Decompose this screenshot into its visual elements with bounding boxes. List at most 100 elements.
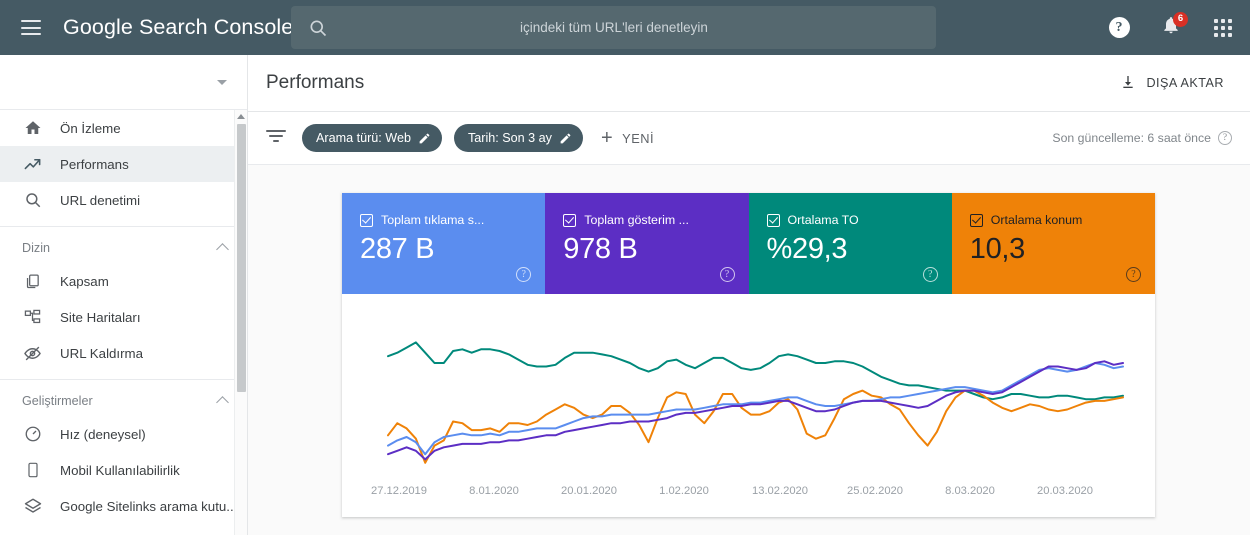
filter-chip-label: Arama türü: Web (316, 131, 411, 145)
sidebar-item-performance[interactable]: Performans (0, 146, 247, 182)
help-circle-icon[interactable]: ? (922, 267, 938, 282)
chart-x-tick-label: 13.02.2020 (752, 485, 808, 497)
hamburger-menu-icon[interactable] (21, 20, 41, 35)
page-title: Performans (266, 72, 365, 93)
sidebar: Ön İzleme Performans URL denetimi Dizin (0, 55, 248, 535)
sidebar-item-label: URL Kaldırma (60, 345, 144, 361)
chart-x-tick-label: 8.03.2020 (945, 485, 995, 497)
scrollbar-thumb[interactable] (237, 124, 246, 392)
export-button[interactable]: DIŞA AKTAR (1108, 66, 1236, 101)
sidebar-nav-scroll: Ön İzleme Performans URL denetimi Dizin (0, 110, 247, 535)
metric-card-header: Toplam tıklama s... (360, 213, 527, 227)
last-update-status: Son güncelleme: 6 saat önce ? (1052, 131, 1232, 145)
filter-chip-label: Tarih: Son 3 ay (467, 131, 552, 145)
sidebar-item-coverage[interactable]: Kapsam (0, 263, 247, 299)
sidebar-group-header-index[interactable]: Dizin (0, 237, 247, 263)
help-circle-icon[interactable]: ? (516, 267, 532, 282)
help-icon: ? (1108, 17, 1130, 38)
sidebar-item-label: Hız (deneysel) (60, 426, 146, 442)
pages-icon (22, 271, 43, 292)
checkbox-checked-icon[interactable] (563, 213, 577, 227)
sidebar-scrollbar[interactable] (234, 110, 247, 535)
help-circle-icon[interactable]: ? (1218, 131, 1232, 145)
google-apps-button[interactable] (1210, 15, 1236, 41)
export-button-label: DIŞA AKTAR (1146, 76, 1224, 90)
help-circle-icon[interactable]: ? (719, 267, 735, 282)
sidebar-item-speed[interactable]: Hız (deneysel) (0, 416, 247, 452)
url-inspection-search-bar[interactable]: içindeki tüm URL'leri denetleyin (291, 6, 936, 49)
sidebar-item-sitelinks-searchbox[interactable]: Google Sitelinks arama kutu... (0, 488, 247, 524)
sidebar-item-url-inspection[interactable]: URL denetimi (0, 182, 247, 218)
sidebar-item-label: URL denetimi (60, 192, 141, 208)
sidebar-group-enhancements: Geliştirmeler Hız (deneysel) Mobil Kulla… (0, 379, 247, 524)
brand-google-text: Google (63, 15, 133, 39)
new-filter-label: YENİ (622, 130, 655, 146)
sidebar-item-label: Site Haritaları (60, 309, 141, 325)
property-selector[interactable] (0, 55, 247, 110)
sidebar-item-label: Google Sitelinks arama kutu... (60, 498, 238, 514)
metric-card-value: %29,3 (766, 233, 848, 265)
performance-chart[interactable]: 27.12.2019 8.01.2020 20.01.2020 1.02.2020 13… (342, 294, 1155, 517)
performance-panel: Toplam tıklama s... 287 B ? Toplam göste… (342, 193, 1155, 517)
metric-card-total-impressions[interactable]: Toplam gösterim ... 978 B ? (545, 193, 749, 294)
metric-card-average-position[interactable]: Ortalama konum 10,3 ? (951, 193, 1155, 294)
help-circle-icon[interactable]: ? (1126, 267, 1141, 282)
chevron-up-icon (216, 243, 229, 256)
chevron-down-icon (217, 79, 227, 85)
scroll-up-arrow-icon[interactable] (237, 114, 245, 119)
last-update-text: Son güncelleme: 6 saat önce (1052, 131, 1211, 145)
chart-x-tick-label: 20.03.2020 (1037, 485, 1093, 497)
metric-card-average-ctr[interactable]: Ortalama TO %29,3 ? (748, 193, 952, 294)
metric-card-label: Toplam gösterim ... (584, 213, 689, 227)
sidebar-group-title: Geliştirmeler (22, 394, 93, 408)
eye-off-icon (22, 343, 43, 364)
new-filter-button[interactable]: + YENİ (601, 128, 654, 148)
sidebar-item-mobile-usability[interactable]: Mobil Kullanılabilirlik (0, 452, 247, 488)
chart-x-tick-label: 25.02.2020 (847, 485, 903, 497)
notifications-button[interactable]: 6 (1158, 11, 1188, 41)
top-bar-actions: ? 6 (1106, 0, 1236, 55)
speedometer-icon (22, 424, 43, 445)
metric-card-header: Ortalama TO (766, 213, 934, 227)
chart-series-line (387, 341, 1124, 401)
pencil-icon[interactable] (559, 132, 572, 145)
sidebar-item-label: Mobil Kullanılabilirlik (60, 462, 180, 478)
metric-card-total-clicks[interactable]: Toplam tıklama s... 287 B ? (342, 193, 546, 294)
app-brand: Google Search Console (63, 15, 293, 40)
sidebar-item-label: Kapsam (60, 273, 109, 289)
metric-card-value: 978 B (563, 233, 638, 265)
page-header: Performans DIŞA AKTAR (248, 55, 1250, 112)
top-app-bar: Google Search Console içindeki tüm URL'l… (0, 0, 1250, 55)
search-placeholder: içindeki tüm URL'leri denetleyin (520, 20, 708, 35)
home-icon (22, 118, 43, 139)
chart-x-tick-label: 1.02.2020 (659, 485, 709, 497)
filter-chip-date[interactable]: Tarih: Son 3 ay (453, 124, 583, 152)
trending-up-icon (22, 154, 43, 175)
chart-x-axis-labels: 27.12.2019 8.01.2020 20.01.2020 1.02.2020 13… (342, 485, 1155, 501)
chart-x-tick-label: 20.01.2020 (561, 485, 617, 497)
help-button[interactable]: ? (1106, 15, 1132, 41)
sidebar-item-label: Ön İzleme (60, 120, 121, 136)
filter-chip-search-type[interactable]: Arama türü: Web (302, 124, 442, 152)
sidebar-group-index: Dizin Kapsam Site Haritaları URL Kaldırm… (0, 226, 247, 371)
chart-series-line (387, 362, 1124, 456)
main-content: Performans DIŞA AKTAR Arama türü: Web Ta… (248, 55, 1250, 535)
metric-card-label: Ortalama konum (990, 213, 1083, 227)
pencil-icon[interactable] (418, 132, 431, 145)
sidebar-item-url-removal[interactable]: URL Kaldırma (0, 335, 247, 371)
sidebar-group-title: Dizin (22, 241, 50, 255)
metric-card-label: Toplam tıklama s... (381, 213, 485, 227)
sidebar-item-overview[interactable]: Ön İzleme (0, 110, 247, 146)
sidebar-group-header-enhancements[interactable]: Geliştirmeler (0, 390, 247, 416)
plus-icon: + (600, 127, 614, 149)
metric-card-value: 10,3 (969, 233, 1026, 265)
checkbox-checked-icon[interactable] (969, 213, 983, 227)
checkbox-checked-icon[interactable] (766, 213, 780, 227)
metric-card-value: 287 B (360, 233, 435, 265)
sidebar-item-label: Performans (60, 156, 129, 172)
sidebar-item-sitemaps[interactable]: Site Haritaları (0, 299, 247, 335)
checkbox-checked-icon[interactable] (360, 213, 373, 227)
chart-series-line (387, 389, 1124, 464)
filter-bar: Arama türü: Web Tarih: Son 3 ay + YENİ S… (248, 112, 1250, 165)
filter-icon[interactable] (266, 129, 286, 148)
